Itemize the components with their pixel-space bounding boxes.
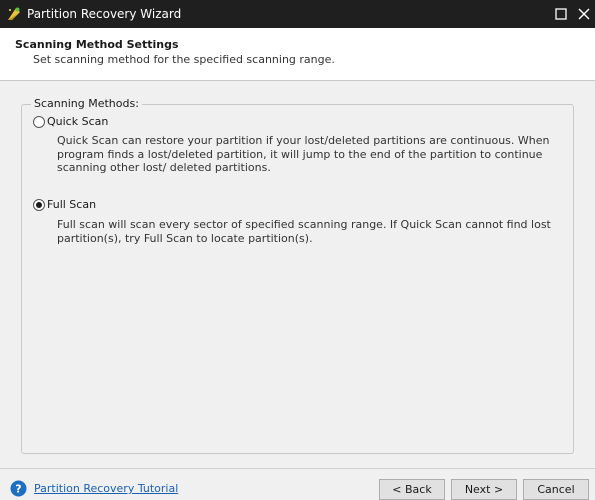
quick-scan-radio[interactable]: [33, 116, 45, 128]
wizard-footer: ? Partition Recovery Tutorial < Back Nex…: [0, 469, 595, 500]
window-title: Partition Recovery Wizard: [27, 7, 182, 21]
tutorial-link[interactable]: Partition Recovery Tutorial: [34, 482, 178, 495]
radio-selected-dot: [36, 202, 42, 208]
close-icon[interactable]: [575, 5, 593, 23]
page-title: Scanning Method Settings: [15, 38, 179, 51]
maximize-icon[interactable]: [552, 5, 570, 23]
cancel-button[interactable]: Cancel: [523, 479, 589, 500]
wizard-app-icon: [8, 7, 20, 20]
full-scan-description: Full scan will scan every sector of spec…: [57, 218, 551, 245]
quick-scan-description: Quick Scan can restore your partition if…: [57, 134, 550, 174]
wizard-content: Scanning Methods: Quick Scan Quick Scan …: [0, 81, 595, 469]
next-button[interactable]: Next >: [451, 479, 517, 500]
full-scan-label[interactable]: Full Scan: [47, 198, 96, 211]
full-scan-radio[interactable]: [33, 199, 45, 211]
scanning-methods-label: Scanning Methods:: [31, 97, 142, 110]
page-subtitle: Set scanning method for the specified sc…: [33, 53, 335, 66]
quick-scan-label[interactable]: Quick Scan: [47, 115, 108, 128]
wizard-header: Scanning Method Settings Set scanning me…: [0, 28, 595, 81]
svg-text:?: ?: [15, 483, 21, 496]
back-button[interactable]: < Back: [379, 479, 445, 500]
help-icon[interactable]: ?: [10, 480, 27, 497]
title-bar[interactable]: Partition Recovery Wizard: [0, 0, 595, 28]
